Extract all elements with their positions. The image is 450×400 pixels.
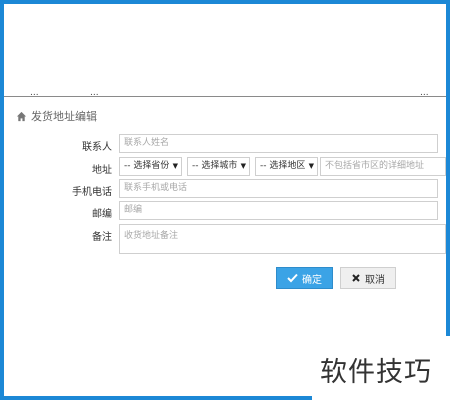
contact-placeholder: 联系人姓名: [124, 138, 170, 148]
province-select-value: -- 选择省份: [124, 161, 170, 171]
city-select-value: -- 选择城市: [192, 161, 238, 171]
home-icon: [16, 111, 27, 121]
address-detail-input[interactable]: 不包括省市区的详细地址: [320, 157, 446, 176]
check-icon: [287, 273, 298, 283]
zip-input[interactable]: 邮编: [119, 201, 438, 220]
section-title-text: 发货地址编辑: [31, 110, 97, 123]
zip-label: 邮编: [92, 209, 112, 220]
address-label: 地址: [92, 165, 112, 176]
phone-input[interactable]: 联系手机或电话: [119, 179, 438, 198]
contact-input[interactable]: 联系人姓名: [119, 134, 438, 153]
phone-placeholder: 联系手机或电话: [124, 183, 188, 193]
note-textarea[interactable]: 收货地址备注: [119, 224, 446, 254]
section-title: 发货地址编辑: [16, 108, 97, 124]
district-select-value: -- 选择地区: [260, 161, 306, 171]
caret-down-icon: ▼: [240, 162, 246, 170]
cancel-button[interactable]: 取消: [340, 267, 396, 289]
address-detail-placeholder: 不包括省市区的详细地址: [325, 161, 425, 171]
cancel-button-label: 取消: [365, 274, 385, 286]
phone-label: 手机电话: [72, 187, 112, 198]
contact-label: 联系人: [82, 142, 112, 153]
close-icon: [352, 274, 360, 282]
city-select[interactable]: -- 选择城市 ▼: [187, 157, 250, 176]
caret-down-icon: ▼: [308, 162, 314, 170]
zip-placeholder: 邮编: [124, 205, 143, 215]
watermark: 软件技巧: [320, 357, 432, 388]
note-label: 备注: [92, 232, 112, 243]
note-placeholder: 收货地址备注: [124, 231, 179, 241]
province-select[interactable]: -- 选择省份 ▼: [119, 157, 182, 176]
divider: [4, 96, 446, 97]
confirm-button[interactable]: 确定: [276, 267, 333, 289]
caret-down-icon: ▼: [172, 162, 178, 170]
confirm-button-label: 确定: [302, 274, 322, 286]
district-select[interactable]: -- 选择地区 ▼: [255, 157, 318, 176]
